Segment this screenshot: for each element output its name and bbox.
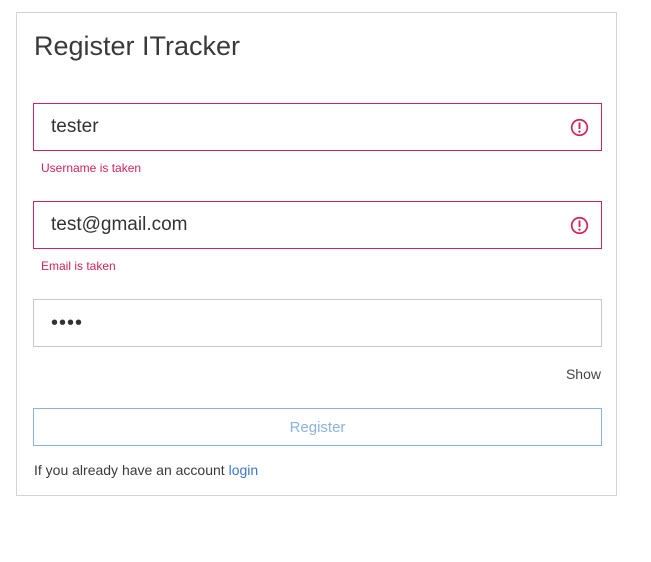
username-field-wrapper xyxy=(33,103,602,151)
exclamation-circle-icon xyxy=(570,118,589,137)
email-error-message: Email is taken xyxy=(41,259,116,273)
password-input[interactable] xyxy=(34,300,601,346)
register-button[interactable]: Register xyxy=(33,408,602,446)
password-field-wrapper xyxy=(33,299,602,347)
username-error-message: Username is taken xyxy=(41,161,142,175)
email-field-wrapper xyxy=(33,201,602,249)
login-prompt-text: If you already have an account xyxy=(34,462,225,478)
login-prompt: If you already have an account login xyxy=(34,462,258,478)
login-link[interactable]: login xyxy=(229,462,259,478)
email-input[interactable] xyxy=(34,202,601,248)
page-title: Register ITracker xyxy=(34,31,241,61)
username-input[interactable] xyxy=(34,104,601,150)
exclamation-circle-icon xyxy=(570,216,589,235)
register-card: Register ITracker Username is taken Emai… xyxy=(16,12,617,496)
show-password-toggle[interactable]: Show xyxy=(566,366,601,382)
